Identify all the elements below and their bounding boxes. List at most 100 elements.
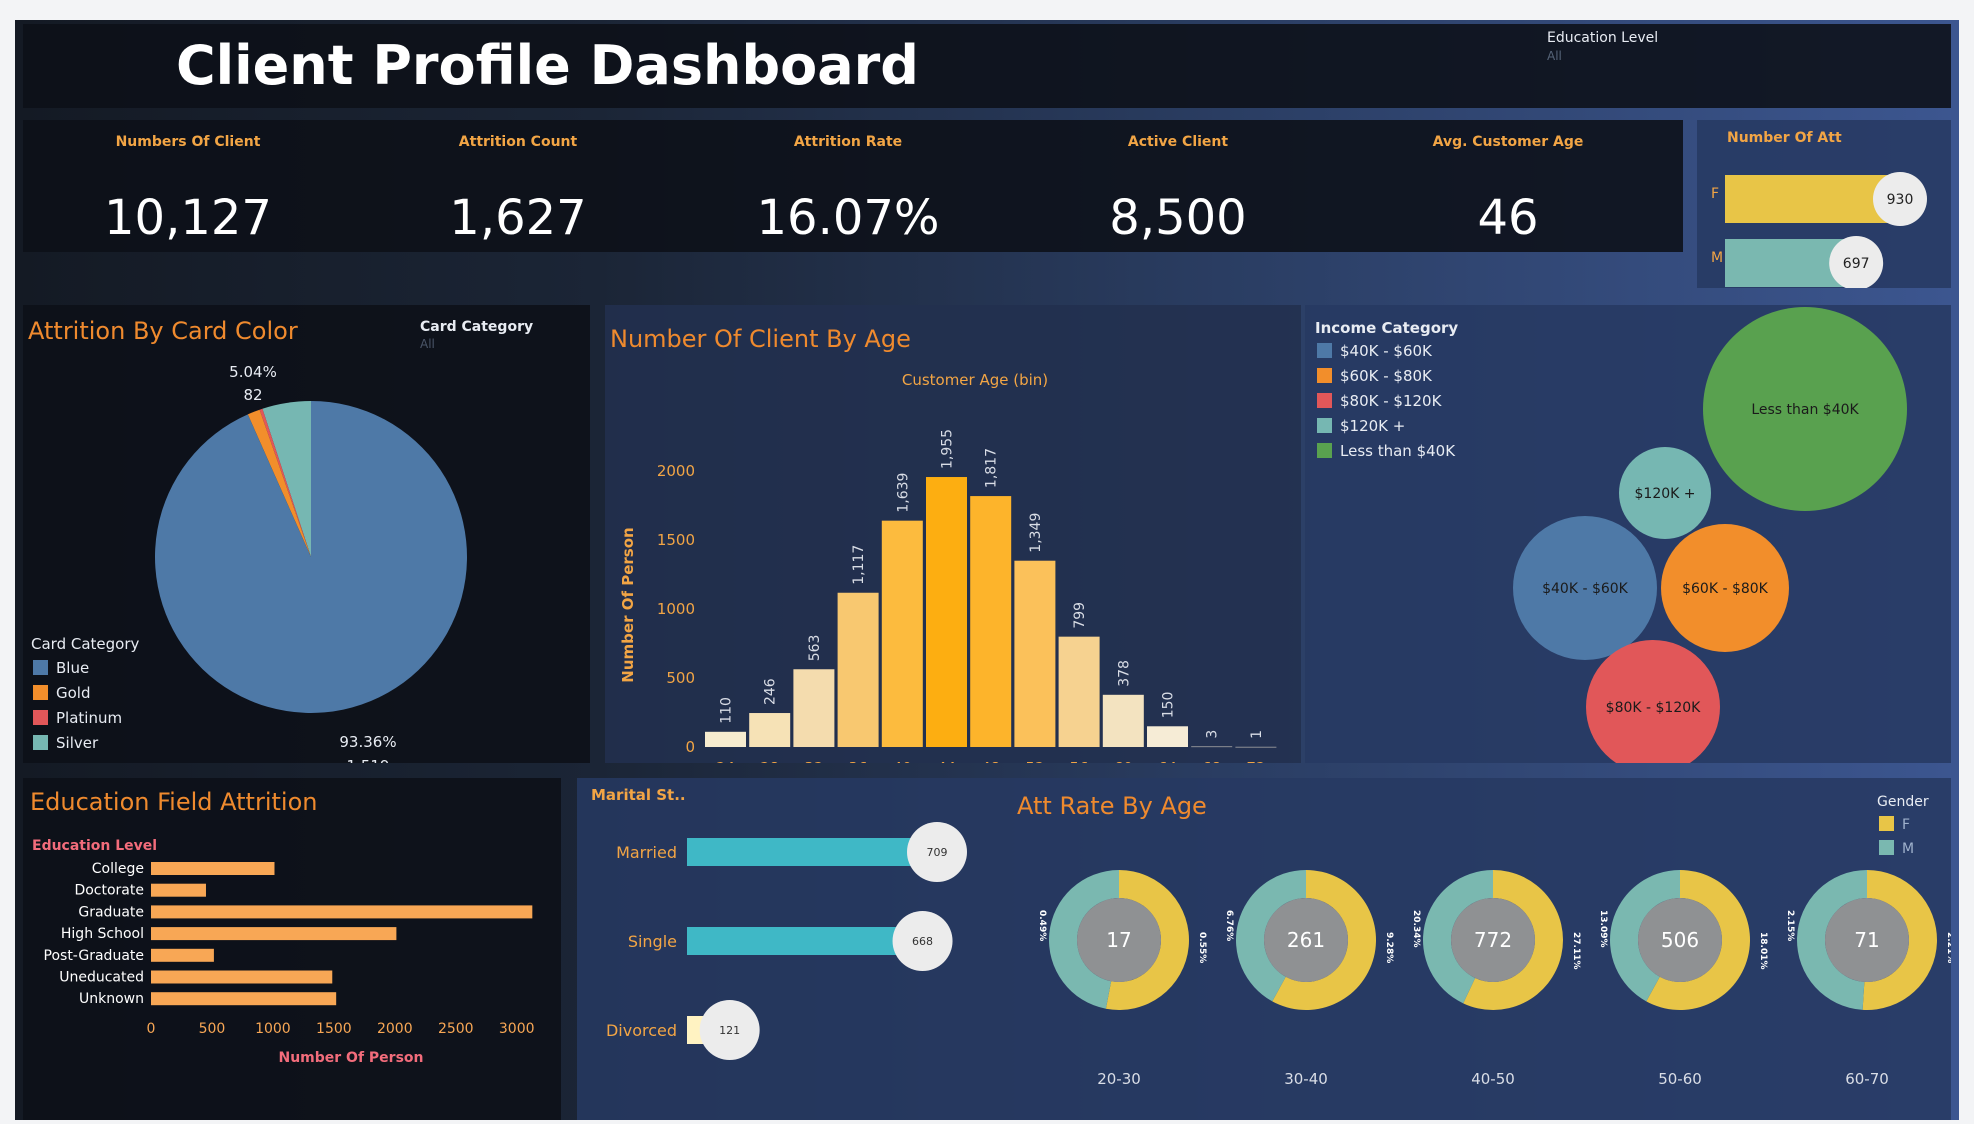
bubble-label: $40K - $60K <box>1542 581 1629 597</box>
edu-category-label: Post-Graduate <box>44 948 144 964</box>
pie-label-silver-count: 82 <box>243 386 262 404</box>
hist-x-tick: 72 <box>1246 759 1265 763</box>
hist-bar[interactable] <box>1147 726 1188 747</box>
bubble-60-80k[interactable]: $60K - $80K <box>1661 524 1789 652</box>
hist-bar[interactable] <box>749 713 791 747</box>
hist-bar[interactable] <box>926 477 967 747</box>
card-legend-item[interactable]: Gold <box>33 684 91 702</box>
hist-bar[interactable] <box>970 496 1012 747</box>
edu-x-tick: 1500 <box>316 1021 352 1037</box>
hist-bar[interactable] <box>1235 746 1277 748</box>
donut-age-label: 30-40 <box>1284 1070 1328 1088</box>
hist-value-label: 3 <box>1205 730 1221 739</box>
income-bubble-chart: Less than $40K $120K + $40K - $60K $60K … <box>1513 307 1907 763</box>
bubble-120k-plus[interactable]: $120K + <box>1619 447 1711 539</box>
donut-m-pct: 2.15% <box>1785 910 1795 941</box>
donut-age-label: 60-70 <box>1845 1070 1889 1088</box>
edu-bar[interactable] <box>151 862 275 875</box>
hist-y-tick: 2000 <box>657 462 695 480</box>
hist-bar[interactable] <box>793 669 835 747</box>
bubble-80-120k[interactable]: $80K - $120K <box>1586 640 1720 763</box>
hist-bar[interactable] <box>1191 746 1233 748</box>
hist-bar[interactable] <box>1058 636 1100 747</box>
donut-50-60[interactable]: 506 <box>1610 870 1751 1010</box>
hist-bar[interactable] <box>705 731 746 747</box>
pie-label-blue-pct: 93.36% <box>339 733 396 751</box>
edu-category-label: High School <box>61 926 144 942</box>
hist-x-tick: 24 <box>716 759 735 763</box>
legend-label: Blue <box>56 659 90 677</box>
hist-bar[interactable] <box>837 592 879 747</box>
bubble-40-60k[interactable]: $40K - $60K <box>1513 516 1657 660</box>
edu-bar[interactable] <box>151 905 533 919</box>
kpi-label: Attrition Rate <box>793 134 903 150</box>
att-rate-age-donuts: 17 0.49% 0.55% 20-30 261 6.76% 9.28% 30-40 772 20… <box>1037 870 1951 1088</box>
hist-value-label: 799 <box>1072 602 1088 629</box>
donut-count: 261 <box>1287 928 1325 952</box>
pie-label-silver-pct: 5.04% <box>229 363 277 381</box>
card-legend-item[interactable]: Silver <box>33 734 98 752</box>
hist-x-tick: 60 <box>1114 759 1133 763</box>
donut-count: 17 <box>1106 928 1131 952</box>
dashboard-canvas: Client Profile Dashboard Education Level… <box>15 20 1959 1120</box>
hist-x-tick: 64 <box>1158 759 1177 763</box>
kpi-card-active-client: Active Client 8,500 <box>1013 120 1343 252</box>
edu-bar[interactable] <box>151 948 214 962</box>
edu-x-tick: 0 <box>147 1021 156 1037</box>
kpi-label: Avg. Customer Age <box>1432 134 1584 150</box>
kpi-label: Numbers Of Client <box>115 134 261 150</box>
kpi-card-attrition-rate: Attrition Rate 16.07% <box>683 120 1013 252</box>
kpi-value: 16.07% <box>756 190 940 246</box>
hist-value-label: 1,817 <box>984 448 1000 488</box>
pie-slice-blue[interactable] <box>154 401 467 713</box>
gender-bar-label: M <box>1711 250 1723 266</box>
edu-category-label: Unknown <box>79 991 144 1007</box>
age-histogram-chart: Customer Age (bin) Number Of Person 0 500 10… <box>619 371 1277 763</box>
bubble-label: $60K - $80K <box>1682 581 1769 597</box>
kpi-value: 8,500 <box>1109 190 1247 246</box>
card-legend-item[interactable]: Platinum <box>33 709 122 727</box>
edu-category-label: College <box>92 861 144 877</box>
hist-value-label: 378 <box>1116 660 1132 687</box>
edu-x-tick: 2500 <box>438 1021 474 1037</box>
donut-age-label: 50-60 <box>1658 1070 1702 1088</box>
edu-x-tick: 2000 <box>377 1021 413 1037</box>
donut-40-50[interactable]: 772 <box>1423 870 1563 1010</box>
edu-bar[interactable] <box>151 992 337 1006</box>
kpi-value: 1,627 <box>449 190 587 246</box>
donut-30-40[interactable]: 261 <box>1236 870 1376 1010</box>
hist-value-label: 1,639 <box>895 473 911 513</box>
hist-x-tick: 48 <box>981 759 1000 763</box>
donut-60-70[interactable]: 71 <box>1796 870 1937 1010</box>
donut-f-pct: 0.55% <box>1197 932 1207 963</box>
marital-age-panel: Marital St.. Att Rate By Age Gender F M … <box>577 778 1951 1120</box>
hist-x-tick: 56 <box>1070 759 1089 763</box>
hist-bar[interactable] <box>1102 694 1144 747</box>
kpi-card-clients: Numbers Of Client 10,127 <box>23 120 353 252</box>
donut-m-pct: 0.49% <box>1037 910 1047 941</box>
hist-value-label: 1,955 <box>940 429 956 469</box>
hist-x-tick: 68 <box>1202 759 1221 763</box>
donut-f-pct: 27.11% <box>1571 932 1581 970</box>
kpi-panel: Numbers Of Client 10,127 Attrition Count… <box>23 120 1683 252</box>
donut-age-label: 40-50 <box>1471 1070 1515 1088</box>
edu-bar[interactable] <box>151 883 206 897</box>
legend-swatch-silver <box>33 735 48 750</box>
hist-bar[interactable] <box>1014 560 1056 747</box>
income-panel: Income Category $40K - $60K $60K - $80K … <box>1305 305 1951 763</box>
edu-bar[interactable] <box>151 927 397 941</box>
edu-bar[interactable] <box>151 970 333 984</box>
education-level-filter-value: All <box>1547 49 1562 63</box>
donut-m-pct: 20.34% <box>1411 910 1421 948</box>
age-histogram-panel: Number Of Client By Age Customer Age (bi… <box>605 305 1301 763</box>
donut-count: 506 <box>1661 928 1699 952</box>
hist-bar[interactable] <box>881 520 923 747</box>
education-level-filter[interactable]: Education Level All <box>1547 30 1747 70</box>
bubble-less-40k[interactable]: Less than $40K <box>1703 307 1907 511</box>
donut-20-30[interactable]: 17 <box>1049 870 1189 1010</box>
hist-x-tick: 32 <box>804 759 823 763</box>
edu-category-label: Uneducated <box>59 970 144 986</box>
card-legend-item[interactable]: Blue <box>33 659 89 677</box>
hist-y-tick: 1000 <box>657 600 695 618</box>
bubble-label: $120K + <box>1635 486 1696 502</box>
